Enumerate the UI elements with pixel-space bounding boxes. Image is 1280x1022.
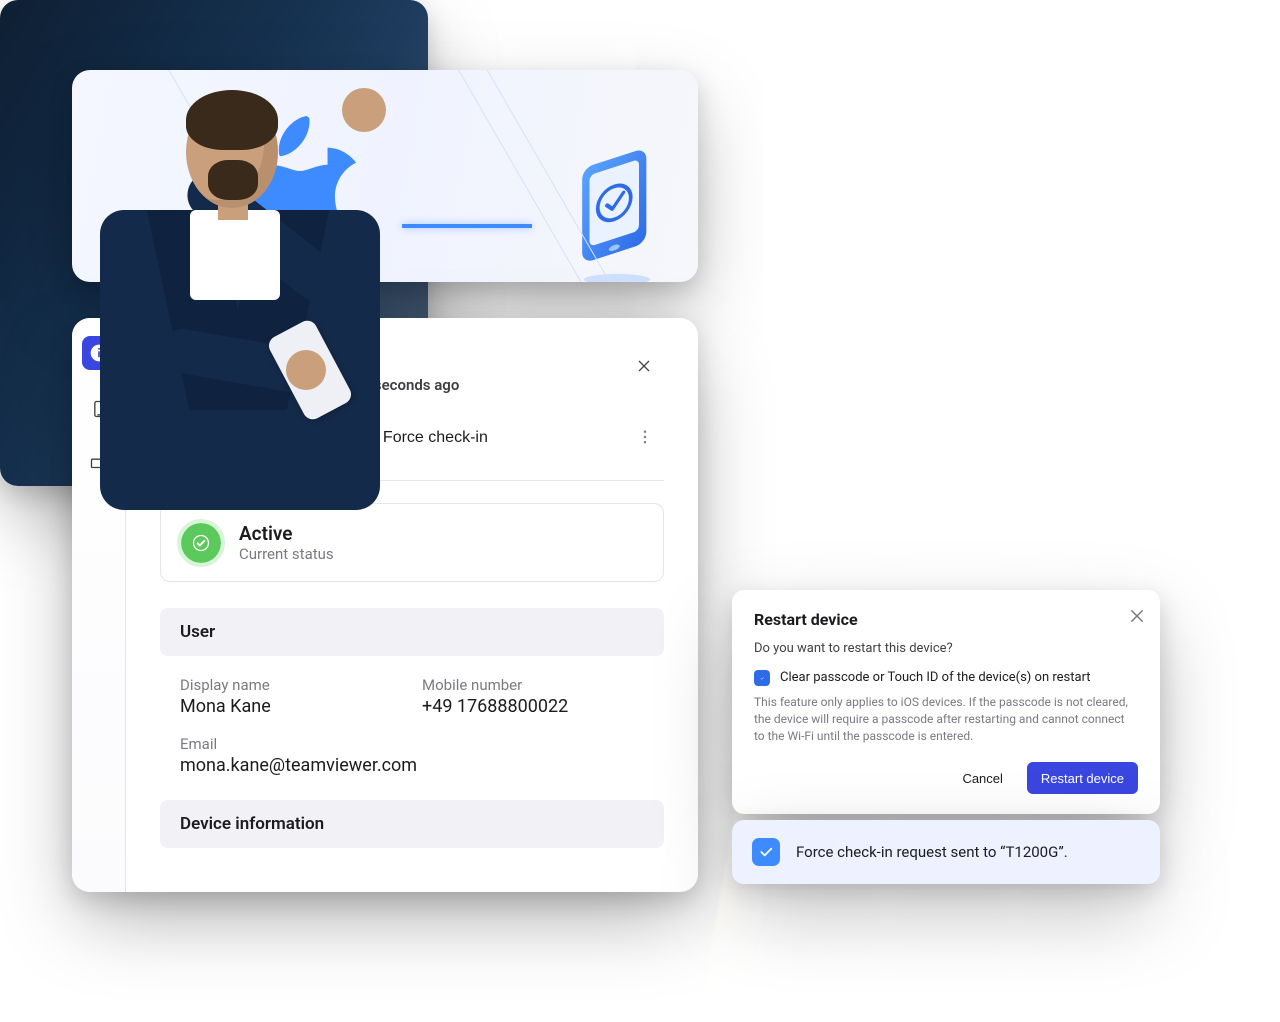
toast-check-icon: [752, 838, 780, 866]
toast-message: Force check-in request sent to “T1200G”.: [796, 843, 1068, 861]
lifestyle-photo: [0, 0, 428, 486]
dialog-hint: This feature only applies to iOS devices…: [754, 694, 1138, 744]
cancel-button[interactable]: Cancel: [948, 762, 1016, 794]
restart-device-dialog: Restart device Do you want to restart th…: [732, 590, 1160, 814]
clear-passcode-checkbox[interactable]: [754, 670, 770, 686]
dialog-question: Do you want to restart this device?: [754, 641, 1138, 656]
dialog-close-button[interactable]: [1122, 606, 1144, 628]
dialog-title: Restart device: [754, 610, 1138, 629]
person-illustration: [40, 90, 400, 486]
restart-device-button[interactable]: Restart device: [1027, 762, 1138, 794]
force-checkin-toast: Force check-in request sent to “T1200G”.: [732, 820, 1160, 884]
clear-passcode-label: Clear passcode or Touch ID of the device…: [780, 670, 1091, 685]
